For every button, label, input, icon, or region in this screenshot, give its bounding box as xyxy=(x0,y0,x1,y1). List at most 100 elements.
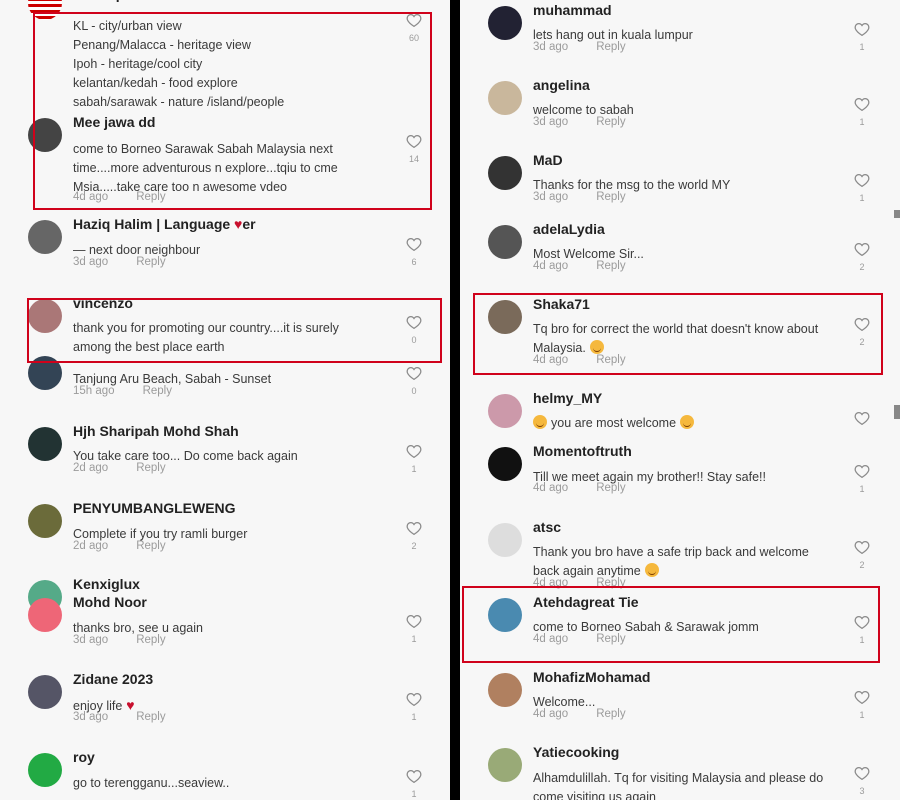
like-button[interactable]: 2 xyxy=(852,242,872,272)
scrollbar-thumb[interactable] xyxy=(894,210,900,218)
avatar[interactable] xyxy=(488,156,522,190)
comment-line-text: lets hang out in kuala lumpur xyxy=(533,28,693,42)
avatar[interactable] xyxy=(28,220,62,254)
comment-timestamp: 3d ago xyxy=(73,256,109,268)
avatar[interactable] xyxy=(488,394,522,428)
comment-username[interactable]: MohafizMohamad xyxy=(533,669,650,685)
like-button[interactable]: 1 xyxy=(404,444,424,474)
like-count: 1 xyxy=(411,464,417,474)
reply-button[interactable]: Reply xyxy=(596,260,625,272)
like-button[interactable]: 3 xyxy=(852,766,872,796)
comment-meta: 4d ago Reply xyxy=(533,260,626,272)
comment-meta: 4d ago Reply xyxy=(533,708,626,720)
comment-meta: 2d ago Reply xyxy=(73,462,166,474)
like-button[interactable]: 6 xyxy=(404,237,424,267)
comment-timestamp: 4d ago xyxy=(533,260,569,272)
avatar[interactable] xyxy=(28,598,62,632)
comment-username[interactable]: muhammad xyxy=(533,2,612,18)
avatar[interactable] xyxy=(488,81,522,115)
like-count: 3 xyxy=(859,786,865,796)
comment-timestamp: 3d ago xyxy=(73,634,109,646)
heart-outline-icon xyxy=(404,692,424,706)
comment-item: PENYUMBANGLEWENG Complete if you try raml… xyxy=(0,500,450,574)
comment-item: Mohd Noor thanks bro, see u again 3d ago Re… xyxy=(0,594,450,668)
comment-item: Momentoftruth Till we meet again my broth… xyxy=(460,443,900,517)
reply-button[interactable]: Reply xyxy=(136,462,165,474)
comment-line-text: Most Welcome Sir... xyxy=(533,247,644,261)
reply-button[interactable]: Reply xyxy=(596,191,625,203)
comment-item: Yatiecooking Alhamdulillah. Tq for visiti… xyxy=(460,744,900,800)
like-button[interactable]: 1 xyxy=(852,97,872,127)
username-text: Mohd Noor xyxy=(73,594,147,610)
reply-button[interactable]: Reply xyxy=(136,634,165,646)
avatar[interactable] xyxy=(28,675,62,709)
comment-username[interactable]: Mohd Noor xyxy=(73,594,147,610)
avatar[interactable] xyxy=(488,447,522,481)
comment-meta: 3d ago Reply xyxy=(73,634,166,646)
reply-button[interactable]: Reply xyxy=(143,385,172,397)
avatar[interactable] xyxy=(488,523,522,557)
reply-button[interactable]: Reply xyxy=(596,116,625,128)
reply-button[interactable]: Reply xyxy=(136,711,165,723)
comment-username[interactable]: Zidane 2023 xyxy=(73,671,153,687)
comment-text: go to terengganu...seaview.. xyxy=(73,774,373,793)
like-button[interactable]: 1 xyxy=(404,692,424,722)
comment-line: Thank you bro have a safe trip back and … xyxy=(533,543,853,562)
like-button[interactable]: 2 xyxy=(852,540,872,570)
highlight-box xyxy=(33,12,432,210)
comment-username[interactable]: helmy_MY xyxy=(533,390,602,406)
comment-username[interactable]: MaD xyxy=(533,152,563,168)
username-text: Hjh Sharipah Mohd Shah xyxy=(73,423,239,439)
comment-username[interactable]: Haziq Halim | Language ♥er xyxy=(73,216,256,232)
like-button[interactable]: 1 xyxy=(404,614,424,644)
reply-button[interactable]: Reply xyxy=(596,41,625,53)
comment-meta: 3d ago Reply xyxy=(73,256,166,268)
comment-username[interactable]: adelaLydia xyxy=(533,221,605,237)
avatar[interactable] xyxy=(28,504,62,538)
heart-outline-icon xyxy=(404,614,424,628)
avatar[interactable] xyxy=(488,748,522,782)
like-count: 1 xyxy=(859,193,865,203)
scrollbar-thumb[interactable] xyxy=(894,405,900,419)
like-count: 1 xyxy=(411,712,417,722)
comment-username[interactable]: angelina xyxy=(533,77,590,93)
like-button[interactable] xyxy=(852,411,872,425)
heart-outline-icon xyxy=(404,521,424,535)
comment-username[interactable]: PENYUMBANGLEWENG xyxy=(73,500,236,516)
like-button[interactable]: 1 xyxy=(852,464,872,494)
reply-button[interactable]: Reply xyxy=(596,482,625,494)
avatar[interactable] xyxy=(488,225,522,259)
reply-button[interactable]: Reply xyxy=(136,540,165,552)
comment-username[interactable]: Momentoftruth xyxy=(533,443,632,459)
avatar[interactable] xyxy=(488,6,522,40)
like-count: 1 xyxy=(859,710,865,720)
like-button[interactable]: 2 xyxy=(404,521,424,551)
reply-button[interactable]: Reply xyxy=(136,256,165,268)
reply-button[interactable]: Reply xyxy=(596,708,625,720)
like-button[interactable]: 1 xyxy=(852,22,872,52)
heart-outline-icon xyxy=(852,22,872,36)
comment-username[interactable]: roy xyxy=(73,749,95,765)
comment-line-text: welcome to sabah xyxy=(533,103,634,117)
comment-line: go to terengganu...seaview.. xyxy=(73,774,373,793)
username-text: Haziq Halim | Language xyxy=(73,216,231,232)
like-count: 1 xyxy=(859,117,865,127)
comment-username[interactable]: Hjh Sharipah Mohd Shah xyxy=(73,423,239,439)
avatar[interactable] xyxy=(488,673,522,707)
avatar[interactable] xyxy=(28,753,62,787)
comment-username[interactable]: Yatiecooking xyxy=(533,744,619,760)
like-button[interactable]: 0 xyxy=(404,366,424,396)
comment-username[interactable]: durianpetai xyxy=(73,0,148,2)
like-button[interactable]: 1 xyxy=(404,769,424,799)
like-button[interactable]: 1 xyxy=(852,173,872,203)
like-count: 1 xyxy=(859,484,865,494)
comment-line-text: — next door neighbour xyxy=(73,243,201,257)
comment-line-text: Tanjung Aru Beach, Sabah - Sunset xyxy=(73,372,272,386)
comment-username[interactable]: Kenxiglux xyxy=(73,576,140,592)
avatar[interactable] xyxy=(28,427,62,461)
smiling-face-emoji-icon xyxy=(533,415,547,429)
like-button[interactable]: 1 xyxy=(852,690,872,720)
comment-item: MaD Thanks for the msg to the world MY 3d … xyxy=(460,152,900,226)
comment-item: Zidane 2023 enjoy life ♥ 3d ago Reply 1 xyxy=(0,671,450,745)
comment-username[interactable]: atsc xyxy=(533,519,561,535)
